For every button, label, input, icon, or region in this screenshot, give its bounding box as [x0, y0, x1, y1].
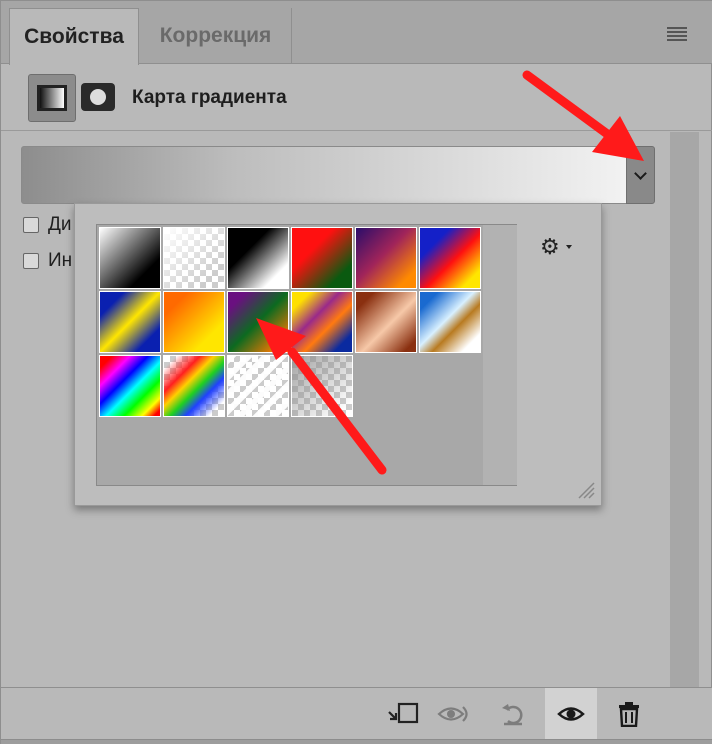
gradient-preset-swatch-blue-yellow-blue[interactable] — [99, 291, 161, 353]
panel-menu-icon[interactable] — [667, 27, 687, 41]
adjustment-title: Карта градиента — [132, 87, 287, 108]
tab-adjustments[interactable]: Коррекция — [140, 8, 292, 64]
gradient-preset-swatch-black-white-2[interactable] — [227, 227, 289, 289]
panel-bottom-toolbar — [1, 687, 712, 740]
gradient-preset-swatch-violet-green-orange[interactable] — [227, 291, 289, 353]
dither-checkbox[interactable] — [23, 217, 39, 233]
gradient-preset-swatch-yellow-violet-orange-blue[interactable] — [291, 291, 353, 353]
gradient-preset-swatch-white-transparent[interactable] — [163, 227, 225, 289]
gradient-preset-swatch-orange-yellow[interactable] — [163, 291, 225, 353]
gradient-picker-dropdown-button[interactable] — [626, 146, 655, 204]
panel-bottom-edge — [1, 739, 712, 744]
chevron-down-icon — [634, 166, 647, 180]
dither-label: Ди — [48, 214, 72, 235]
reverse-checkbox[interactable] — [23, 253, 39, 269]
option-dither[interactable]: Ди — [23, 214, 71, 236]
tab-properties[interactable]: Свойства — [9, 8, 139, 65]
option-reverse[interactable]: Ин — [23, 250, 72, 272]
clip-to-layer-button[interactable] — [377, 688, 429, 740]
gradient-preset-swatch-chrome[interactable] — [419, 291, 481, 353]
reset-icon — [502, 704, 523, 726]
gradient-preset-swatch-violet-orange[interactable] — [355, 227, 417, 289]
trash-icon — [619, 702, 639, 727]
reset-button[interactable] — [487, 688, 539, 740]
properties-header: Карта градиента — [1, 65, 712, 131]
gradient-preset-picker: ⚙ — [74, 203, 602, 506]
clip-to-layer-icon — [388, 702, 419, 724]
gradient-preset-swatch-transparent-stripes[interactable] — [227, 355, 289, 417]
preset-scrollbar[interactable] — [483, 225, 517, 485]
gradient-preset-swatch-black-white[interactable] — [99, 227, 161, 289]
preset-swatch-area — [96, 224, 517, 486]
delete-adjustment-button[interactable] — [603, 688, 655, 740]
gradient-preset-swatch-blue-red-yellow[interactable] — [419, 227, 481, 289]
panel-scrollbar[interactable] — [670, 132, 699, 687]
view-previous-state-icon — [437, 706, 468, 722]
gradient-preset-swatch-spectrum[interactable] — [99, 355, 161, 417]
resize-grip-icon[interactable] — [575, 479, 595, 499]
properties-panel: Свойства Коррекция Карта градиента Ди Ин… — [0, 0, 712, 744]
gradient-map-icon[interactable] — [28, 74, 76, 122]
tab-bar: Свойства Коррекция — [1, 1, 712, 65]
gear-menu-caret-icon — [566, 245, 572, 249]
gear-icon[interactable]: ⚙ — [540, 234, 560, 260]
gradient-preset-swatch-red-green[interactable] — [291, 227, 353, 289]
reverse-label: Ин — [48, 250, 73, 271]
gradient-preset-swatch-neutral-density[interactable] — [291, 355, 353, 417]
view-previous-state-button[interactable] — [429, 688, 481, 740]
visibility-eye-icon — [557, 707, 585, 721]
toggle-visibility-button[interactable] — [545, 688, 597, 740]
gradient-preset-swatch-copper[interactable] — [355, 291, 417, 353]
preset-grid — [99, 227, 485, 417]
mask-icon[interactable] — [81, 83, 115, 111]
gradient-preset-swatch-transparent-rainbow[interactable] — [163, 355, 225, 417]
gradient-preview-bar[interactable] — [21, 146, 627, 204]
